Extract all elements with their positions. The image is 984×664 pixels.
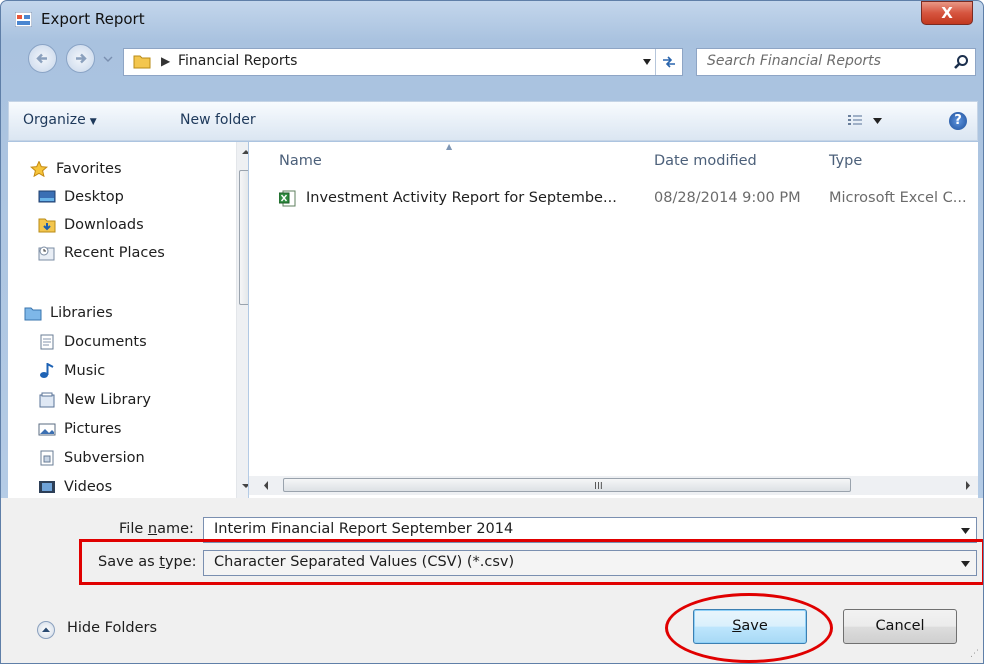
- videos-icon: [39, 481, 55, 493]
- command-toolbar: Organize ▼ New folder ?: [8, 101, 978, 141]
- breadcrumb-current[interactable]: Financial Reports: [178, 53, 297, 69]
- scroll-right-arrow-icon[interactable]: [961, 476, 975, 495]
- file-name: Investment Activity Report for Septembe.…: [306, 190, 617, 206]
- nav-label-downloads: Downloads: [64, 217, 144, 233]
- breadcrumb-separator[interactable]: ▶: [161, 54, 170, 68]
- scroll-down-arrow-icon[interactable]: [237, 480, 248, 492]
- search-box[interactable]: Search Financial Reports: [696, 48, 976, 76]
- chevron-down-icon: [961, 528, 970, 534]
- nav-label-subversion: Subversion: [64, 450, 145, 466]
- library-icon: [39, 392, 55, 408]
- hide-folders-icon: [37, 621, 55, 639]
- export-report-dialog: Export Report X ▶ Financial Reports Sear…: [0, 0, 984, 664]
- file-row[interactable]: Investment Activity Report for Septembe.…: [249, 186, 978, 212]
- scroll-grip-icon: III: [594, 481, 603, 492]
- file-date-modified: 08/28/2014 9:00 PM: [654, 190, 801, 206]
- nav-label-desktop: Desktop: [64, 189, 124, 205]
- refresh-icon: [663, 56, 675, 68]
- column-header-date-modified[interactable]: Date modified: [654, 153, 757, 169]
- view-options-dropdown-icon[interactable]: [873, 118, 882, 124]
- navigation-scroll-thumb[interactable]: [239, 170, 248, 305]
- organize-menu[interactable]: Organize ▼: [23, 112, 97, 128]
- nav-label-pictures: Pictures: [64, 421, 122, 437]
- nav-label-new-library: New Library: [64, 392, 151, 408]
- recent-locations-dropdown[interactable]: [103, 54, 113, 64]
- cancel-button[interactable]: Cancel: [843, 609, 957, 644]
- address-bar[interactable]: ▶ Financial Reports: [123, 48, 683, 76]
- hide-folders-label: Hide Folders: [67, 620, 158, 636]
- file-list-pane: ▲ Name Date modified Type Investment Act…: [249, 142, 978, 498]
- nav-label-documents: Documents: [64, 334, 147, 350]
- excel-file-icon: [279, 190, 296, 207]
- new-folder-button[interactable]: New folder: [180, 112, 256, 128]
- back-arrow-icon: [36, 53, 47, 64]
- title-bar[interactable]: Export Report X: [1, 1, 983, 39]
- folder-icon: [133, 55, 151, 69]
- nav-label-videos: Videos: [64, 479, 113, 495]
- save-as-type-highlight-annotation: [79, 539, 983, 585]
- save-button-highlight-annotation: [665, 593, 833, 663]
- dialog-title: Export Report: [41, 10, 145, 28]
- close-button[interactable]: X: [921, 1, 973, 25]
- pictures-icon: [38, 423, 56, 436]
- search-icon[interactable]: [953, 54, 969, 70]
- file-name-input[interactable]: Interim Financial Report September 2014: [214, 521, 513, 537]
- downloads-folder-icon: [38, 218, 56, 233]
- nav-label-recent-places: Recent Places: [64, 245, 165, 261]
- organize-caret-icon: ▼: [89, 117, 97, 127]
- organize-label: Organize: [23, 112, 86, 128]
- sort-ascending-icon: ▲: [446, 142, 453, 151]
- nav-label-music: Music: [64, 363, 106, 379]
- scroll-left-arrow-icon[interactable]: [259, 476, 273, 495]
- refresh-button[interactable]: [655, 49, 682, 75]
- file-name-label: File name:: [119, 521, 194, 537]
- nav-label-favorites: Favorites: [56, 161, 122, 177]
- star-icon: [30, 161, 48, 177]
- address-dropdown-icon[interactable]: [642, 58, 652, 66]
- music-icon: [40, 363, 54, 378]
- back-button[interactable]: [28, 44, 57, 73]
- subversion-icon: [40, 450, 54, 466]
- horizontal-scroll-thumb[interactable]: III: [283, 478, 851, 492]
- desktop-icon: [38, 190, 56, 203]
- navigation-pane: Favorites Desktop Downloads Recent Place…: [8, 142, 248, 498]
- view-options-icon[interactable]: [847, 114, 863, 128]
- app-icon: [15, 12, 32, 27]
- forward-button[interactable]: [66, 44, 95, 73]
- documents-icon: [40, 334, 54, 350]
- resize-grip-icon[interactable]: ⋰: [970, 649, 979, 659]
- forward-arrow-icon: [76, 53, 87, 64]
- column-header-type[interactable]: Type: [829, 153, 862, 169]
- help-icon[interactable]: ?: [949, 112, 967, 130]
- scroll-up-arrow-icon[interactable]: [237, 146, 248, 158]
- navigation-scrollbar[interactable]: [236, 142, 248, 498]
- search-input[interactable]: Search Financial Reports: [707, 53, 881, 69]
- libraries-icon: [24, 307, 42, 321]
- file-list-horizontal-scrollbar[interactable]: III: [249, 476, 978, 495]
- nav-label-libraries: Libraries: [50, 305, 113, 321]
- column-header-name[interactable]: Name: [279, 153, 322, 169]
- file-type: Microsoft Excel C...: [829, 190, 967, 206]
- recent-places-icon: [38, 246, 55, 261]
